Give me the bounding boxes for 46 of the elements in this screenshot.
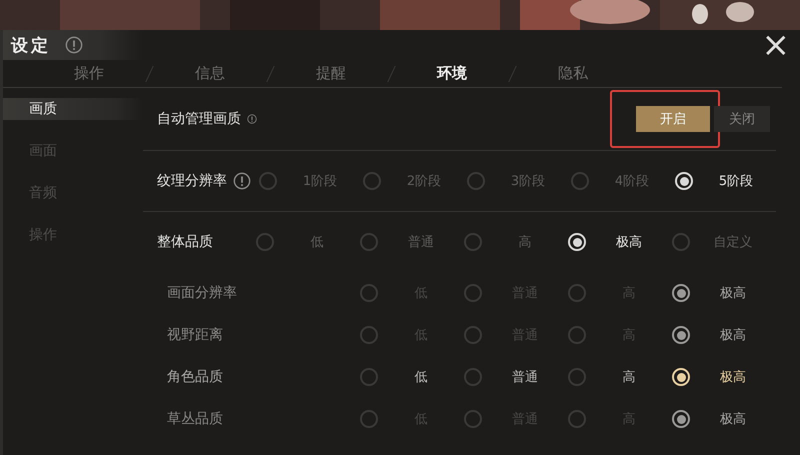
radio-button[interactable] <box>464 233 482 251</box>
info-icon[interactable] <box>65 36 83 54</box>
tab[interactable]: 提醒 <box>315 64 347 83</box>
option-label: 1阶段 <box>302 173 338 190</box>
toggle-button[interactable]: 关闭 <box>714 106 770 132</box>
tab[interactable]: 隐私 <box>557 64 589 83</box>
option-label: 4阶段 <box>614 173 650 190</box>
option-label: 高 <box>622 369 636 386</box>
radio-button[interactable] <box>571 172 589 190</box>
option-label: 高 <box>518 234 532 251</box>
option-label: 极高 <box>719 285 747 302</box>
radio-button[interactable] <box>360 233 378 251</box>
option-label: 极高 <box>719 369 747 386</box>
toggle-button[interactable]: 开启 <box>636 106 710 132</box>
option-label: 普通 <box>407 234 435 251</box>
option-label: 自定义 <box>712 234 754 251</box>
radio-button[interactable] <box>672 233 690 251</box>
setting-label: 画面分辨率 <box>167 284 237 302</box>
option-label: 2阶段 <box>406 173 442 190</box>
tab[interactable]: 信息 <box>194 64 226 83</box>
option-label: 普通 <box>511 368 539 386</box>
option-label: 极高 <box>719 411 747 428</box>
radio-button[interactable] <box>568 368 586 386</box>
setting-label: 纹理分辨率 <box>157 172 227 190</box>
tab[interactable]: 环境 <box>436 64 468 83</box>
tab[interactable]: 操作 <box>73 64 105 83</box>
close-button[interactable]: × <box>752 30 800 60</box>
setting-label: 草丛品质 <box>167 410 223 428</box>
setting-label: 视野距离 <box>167 326 223 344</box>
setting-label: 整体品质 <box>157 233 213 251</box>
radio-button[interactable] <box>363 172 381 190</box>
window-title: 设定 <box>11 34 51 56</box>
setting-label: 自动管理画质 <box>157 110 241 128</box>
radio-button[interactable] <box>256 233 274 251</box>
option-label: 极高 <box>719 327 747 344</box>
option-label: 低 <box>310 234 324 251</box>
option-label: 5阶段 <box>718 173 754 190</box>
radio-button[interactable] <box>467 172 485 190</box>
info-icon[interactable] <box>233 172 251 190</box>
option-label: 极高 <box>615 234 643 251</box>
option-label: 低 <box>414 369 428 386</box>
radio-button[interactable] <box>360 368 378 386</box>
radio-button[interactable] <box>464 368 482 386</box>
option-label: 3阶段 <box>510 173 546 190</box>
radio-button[interactable] <box>259 172 277 190</box>
setting-label: 角色品质 <box>167 368 223 386</box>
